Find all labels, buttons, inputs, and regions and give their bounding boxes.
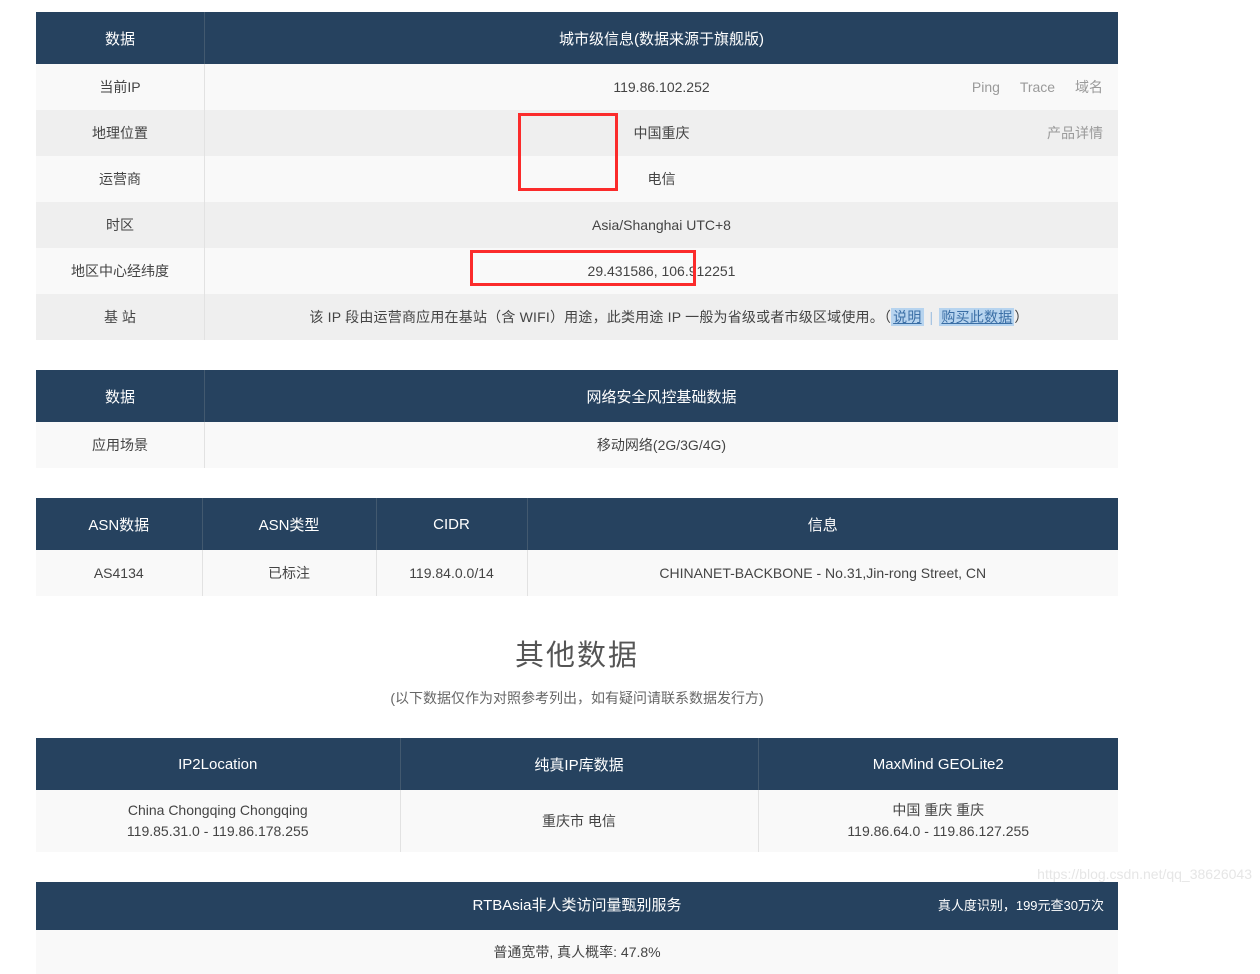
asn-header-type: ASN类型 [202,498,377,550]
row-label-scenario: 应用场景 [36,422,205,468]
row-label-base-station: 基 站 [36,294,205,340]
city-table-header-data: 数据 [36,12,205,64]
table-row-current-ip: 当前IP 119.86.102.252 Ping Trace 域名 [36,64,1118,110]
table-row-scenario: 应用场景 移动网络(2G/3G/4G) [36,422,1118,468]
other-cell-ip2location-line1: China Chongqing Chongqing [127,802,308,818]
rtbasia-price-note[interactable]: 真人度识别，199元查30万次 [938,882,1104,930]
row-label-isp: 运营商 [36,156,205,202]
base-station-purchase-link[interactable]: 购买此数据 [939,308,1015,326]
location-valwrap: 中国重庆 产品详情 [206,123,1117,143]
asn-table-body: AS4134 已标注 119.84.0.0/14 CHINANET-BACKBO… [36,550,1118,596]
city-info-table-head: 数据 城市级信息(数据来源于旗舰版) [36,12,1118,64]
security-table-header-title: 网络安全风控基础数据 [204,370,1118,422]
rtbasia-body: 普通宽带, 真人概率: 47.8% [36,930,1118,974]
other-cell-maxmind-line2: 119.86.64.0 - 119.86.127.255 [847,823,1030,839]
row-value-isp: 电信 [204,156,1118,202]
asn-header-asn: ASN数据 [36,498,203,550]
table-row-isp: 运营商 电信 [36,156,1118,202]
table-row: China Chongqing Chongqing 119.85.31.0 - … [36,790,1118,852]
city-table-header-title: 城市级信息(数据来源于旗舰版) [204,12,1118,64]
row-value-current-ip: 119.86.102.252 [613,79,710,95]
security-table-head: 数据 网络安全风控基础数据 [36,370,1118,422]
other-data-table: IP2Location 纯真IP库数据 MaxMind GEOLite2 Chi… [36,738,1118,852]
watermark: https://blog.csdn.net/qq_38626043 [1037,866,1252,882]
asn-table: ASN数据 ASN类型 CIDR 信息 AS4134 已标注 119.84.0.… [36,498,1118,596]
row-label-latlng: 地区中心经纬度 [36,248,205,294]
other-cell-ip2location: China Chongqing Chongqing 119.85.31.0 - … [36,790,401,852]
row-value-scenario: 移动网络(2G/3G/4G) [204,422,1118,468]
security-risk-table: 数据 网络安全风控基础数据 应用场景 移动网络(2G/3G/4G) [36,370,1118,468]
row-label-current-ip: 当前IP [36,64,205,110]
other-header-ip2location: IP2Location [36,738,401,790]
page-title-other-data: 其他数据 [514,640,639,672]
other-header-chunzhen: 纯真IP库数据 [400,738,759,790]
table-row-latlng: 地区中心经纬度 29.431586, 106.912251 [36,248,1118,294]
location-actions: 产品详情 [1031,123,1103,143]
table-row-timezone: 时区 Asia/Shanghai UTC+8 [36,202,1118,248]
row-value-base-station: 该 IP 段由运营商应用在基站（含 WIFI）用途，此类用途 IP 一般为省级或… [204,294,1118,340]
ip-actions: Ping Trace 域名 [956,77,1103,97]
security-table-body: 应用场景 移动网络(2G/3G/4G) [36,422,1118,468]
city-info-table: 数据 城市级信息(数据来源于旗舰版) 当前IP 119.86.102.252 P… [36,12,1118,340]
rtbasia-panel: RTBAsia非人类访问量甄别服务 真人度识别，199元查30万次 普通宽带, … [36,882,1118,974]
other-data-table-body: China Chongqing Chongqing 119.85.31.0 - … [36,790,1118,852]
city-info-table-body: 当前IP 119.86.102.252 Ping Trace 域名 地理位置 中… [36,64,1118,340]
other-data-section-heading: 其他数据 (以下数据仅作为对照参考列出，如有疑问请联系数据发行方) [36,596,1118,708]
domain-button[interactable]: 域名 [1075,79,1103,95]
table-row-location: 地理位置 中国重庆 产品详情 [36,110,1118,156]
other-data-subtitle: (以下数据仅作为对照参考列出，如有疑问请联系数据发行方) [390,690,764,706]
base-station-text-after: ） [1014,309,1029,325]
asn-cell-cidr: 119.84.0.0/14 [376,550,528,596]
rtbasia-title: RTBAsia非人类访问量甄别服务 [472,897,682,914]
other-cell-chunzhen: 重庆市 电信 [400,790,759,852]
table-row: AS4134 已标注 119.84.0.0/14 CHINANET-BACKBO… [36,550,1118,596]
row-label-location: 地理位置 [36,110,205,156]
base-station-link-divider: | [929,309,934,325]
other-data-table-head: IP2Location 纯真IP库数据 MaxMind GEOLite2 [36,738,1118,790]
row-value-latlng: 29.431586, 106.912251 [204,248,1118,294]
row-label-timezone: 时区 [36,202,205,248]
other-header-maxmind: MaxMind GEOLite2 [758,738,1118,790]
asn-cell-asn: AS4134 [36,550,203,596]
asn-header-cidr: CIDR [376,498,528,550]
row-value-timezone: Asia/Shanghai UTC+8 [204,202,1118,248]
other-cell-maxmind: 中国 重庆 重庆 119.86.64.0 - 119.86.127.255 [758,790,1118,852]
base-station-explain-link[interactable]: 说明 [891,308,924,326]
current-ip-valwrap: 119.86.102.252 Ping Trace 域名 [206,79,1117,95]
row-value-location-cell: 中国重庆 产品详情 [204,110,1118,156]
rtbasia-header: RTBAsia非人类访问量甄别服务 真人度识别，199元查30万次 [36,882,1118,930]
asn-cell-info: CHINANET-BACKBONE - No.31,Jin-rong Stree… [527,550,1118,596]
asn-header-info: 信息 [527,498,1118,550]
other-cell-ip2location-line2: 119.85.31.0 - 119.86.178.255 [126,823,309,839]
asn-table-head: ASN数据 ASN类型 CIDR 信息 [36,498,1118,550]
row-value-location: 中国重庆 [633,125,690,141]
row-value-current-ip-cell: 119.86.102.252 Ping Trace 域名 [204,64,1118,110]
security-table-header-data: 数据 [36,370,205,422]
base-station-text-before: 该 IP 段由运营商应用在基站（含 WIFI）用途，此类用途 IP 一般为省级或… [309,309,892,325]
product-detail-button[interactable]: 产品详情 [1047,125,1103,141]
ping-button[interactable]: Ping [972,79,1000,95]
asn-cell-type: 已标注 [202,550,377,596]
table-row-base-station: 基 站 该 IP 段由运营商应用在基站（含 WIFI）用途，此类用途 IP 一般… [36,294,1118,340]
page-content: 数据 城市级信息(数据来源于旗舰版) 当前IP 119.86.102.252 P… [36,12,1118,974]
trace-button[interactable]: Trace [1020,79,1055,95]
other-cell-maxmind-line1: 中国 重庆 重庆 [892,802,985,818]
other-cell-chunzhen-line1: 重庆市 电信 [542,812,616,829]
